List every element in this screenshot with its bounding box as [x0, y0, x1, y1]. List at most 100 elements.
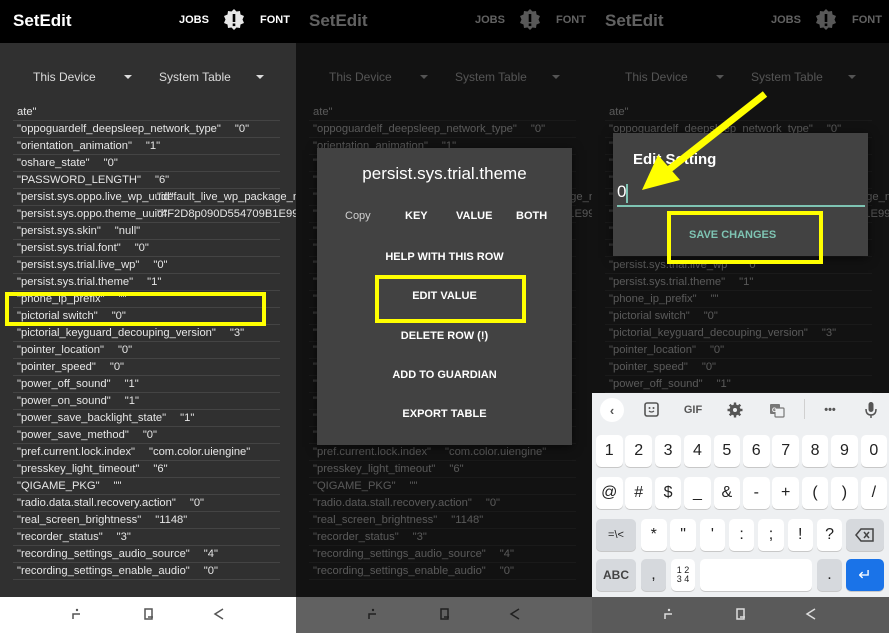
key-symbol[interactable]: ' [699, 519, 726, 551]
export-table-button[interactable]: EXPORT TABLE [317, 408, 572, 420]
highlight-box [375, 275, 526, 323]
copy-value-button[interactable]: VALUE [456, 210, 492, 222]
add-to-guardian-button[interactable]: ADD TO GUARDIAN [317, 369, 572, 381]
comma-key[interactable]: , [641, 559, 666, 591]
list-item[interactable]: "recording_settings_enable_audio" "0" [13, 563, 280, 580]
setting-key: "oppoguardelf_deepsleep_network_type" [17, 123, 221, 135]
list-item[interactable]: "presskey_light_timeout" "6" [13, 461, 280, 478]
list-item[interactable]: "radio.data.stall.recovery.action" "0" [13, 495, 280, 512]
list-item[interactable]: "power_off_sound" "1" [13, 376, 280, 393]
list-item[interactable]: "oppoguardelf_deepsleep_network_type" "0" [13, 121, 280, 138]
back-icon[interactable] [212, 607, 226, 621]
list-item[interactable]: "pointer_location" "0" [13, 342, 280, 359]
more-options-button[interactable]: ••• [819, 399, 841, 421]
key-symbol[interactable]: * [641, 519, 667, 551]
key-symbol[interactable]: _ [684, 477, 711, 509]
key-6[interactable]: 6 [743, 435, 770, 467]
home-icon[interactable] [734, 607, 748, 621]
key-symbol[interactable]: # [625, 477, 652, 509]
key-symbol[interactable]: - [743, 477, 770, 509]
copy-both-button[interactable]: BOTH [516, 210, 547, 222]
list-item[interactable]: "pointer_speed" "0" [13, 359, 280, 376]
chevron-down-icon[interactable] [256, 75, 264, 79]
setting-key: "pictorial_keyguard_decouping_version" [17, 327, 216, 339]
key-symbol[interactable]: @ [596, 477, 623, 509]
list-item[interactable]: ate" [13, 104, 280, 121]
list-item[interactable]: "pref.current.lock.index" "com.color.uien… [13, 444, 280, 461]
key-symbol[interactable]: ( [801, 477, 829, 509]
setting-value: "0" [153, 259, 168, 271]
list-item[interactable]: "power_save_backlight_state" "1" [13, 410, 280, 427]
setting-key: "persist.sys.trial.live_wp" [17, 259, 140, 271]
setting-value: "3" [229, 327, 245, 339]
list-item[interactable]: "persist.sys.oppo.theme_uuid""4F2D8p090D… [13, 206, 296, 223]
list-item[interactable]: "QIGAME_PKG" "" [13, 478, 280, 495]
key-symbol[interactable]: : [728, 519, 755, 551]
delete-row-button[interactable]: DELETE ROW (!) [317, 330, 572, 342]
backspace-key[interactable] [846, 519, 884, 551]
key-symbol[interactable]: ! [787, 519, 813, 551]
list-item[interactable]: "persist.sys.skin" "null" [13, 223, 280, 240]
key-5[interactable]: 5 [713, 435, 741, 467]
list-item[interactable]: "PASSWORD_LENGTH" "6" [13, 172, 280, 189]
home-icon[interactable] [142, 607, 156, 621]
key-symbol[interactable]: " [670, 519, 696, 551]
recents-icon[interactable] [70, 607, 84, 621]
font-button[interactable]: FONT [260, 14, 290, 26]
list-item[interactable]: "persist.sys.trial.theme" "1" [13, 274, 280, 291]
key-2[interactable]: 2 [625, 435, 652, 467]
recents-icon[interactable] [662, 607, 676, 621]
settings-gear-icon[interactable] [726, 399, 744, 421]
key-0[interactable]: 0 [860, 435, 888, 467]
numpad-key[interactable]: 1 23 4 [671, 559, 695, 591]
key-8[interactable]: 8 [801, 435, 829, 467]
key-symbol[interactable]: ? [816, 519, 843, 551]
chevron-down-icon[interactable] [124, 75, 132, 79]
key-symbol[interactable]: & [713, 477, 741, 509]
list-item[interactable]: "oshare_state" "0" [13, 155, 280, 172]
table-dropdown[interactable]: System Table [159, 70, 231, 84]
key-3[interactable]: 3 [654, 435, 682, 467]
back-icon[interactable] [804, 607, 818, 621]
space-key[interactable] [700, 559, 812, 591]
sticker-icon[interactable] [643, 399, 661, 421]
period-key[interactable]: . [817, 559, 842, 591]
key-symbol[interactable]: ; [758, 519, 784, 551]
key-more-symbols[interactable]: =\< [596, 519, 636, 551]
alert-badge-icon[interactable] [223, 9, 245, 31]
abc-key[interactable]: ABC [596, 559, 636, 591]
setting-key: "recorder_status" [17, 531, 103, 543]
gif-button[interactable]: GIF [680, 399, 706, 421]
setting-key: "persist.sys.trial.theme" [17, 276, 134, 288]
setting-key: "oshare_state" [17, 157, 90, 169]
key-symbol[interactable]: + [772, 477, 799, 509]
list-item[interactable]: "persist.sys.trial.font" "0" [13, 240, 280, 257]
key-9[interactable]: 9 [831, 435, 858, 467]
list-item[interactable]: "pictorial_keyguard_decouping_version" "3… [13, 325, 280, 342]
list-item[interactable]: "persist.sys.oppo.live_wp_uuid""default_… [13, 189, 296, 206]
keyboard-toolbar: ‹ GIF G ••• [592, 393, 889, 427]
list-item[interactable]: "recording_settings_audio_source" "4" [13, 546, 280, 563]
key-1[interactable]: 1 [596, 435, 623, 467]
jobs-button[interactable]: JOBS [179, 14, 209, 26]
setting-key: "pointer_speed" [17, 361, 96, 373]
enter-key[interactable]: ↵ [846, 559, 884, 591]
device-dropdown[interactable]: This Device [33, 70, 96, 84]
list-item[interactable]: "real_screen_brightness" "1148" [13, 512, 280, 529]
list-item[interactable]: "power_on_sound" "1" [13, 393, 280, 410]
microphone-icon[interactable] [864, 399, 878, 421]
list-item[interactable]: "power_save_method" "0" [13, 427, 280, 444]
key-symbol[interactable]: / [860, 477, 888, 509]
key-7[interactable]: 7 [772, 435, 799, 467]
help-row-button[interactable]: HELP WITH THIS ROW [317, 251, 572, 263]
chevron-left-icon[interactable]: ‹ [600, 398, 624, 422]
list-item[interactable]: "persist.sys.trial.live_wp" "0" [13, 257, 280, 274]
key-symbol[interactable]: ) [831, 477, 858, 509]
list-item[interactable]: "recorder_status" "3" [13, 529, 280, 546]
translate-icon[interactable]: G [768, 399, 786, 421]
list-item[interactable]: "orientation_animation" "1" [13, 138, 280, 155]
setting-value: "0" [142, 429, 157, 441]
copy-key-button[interactable]: KEY [405, 210, 428, 222]
key-4[interactable]: 4 [684, 435, 711, 467]
key-symbol[interactable]: $ [654, 477, 682, 509]
